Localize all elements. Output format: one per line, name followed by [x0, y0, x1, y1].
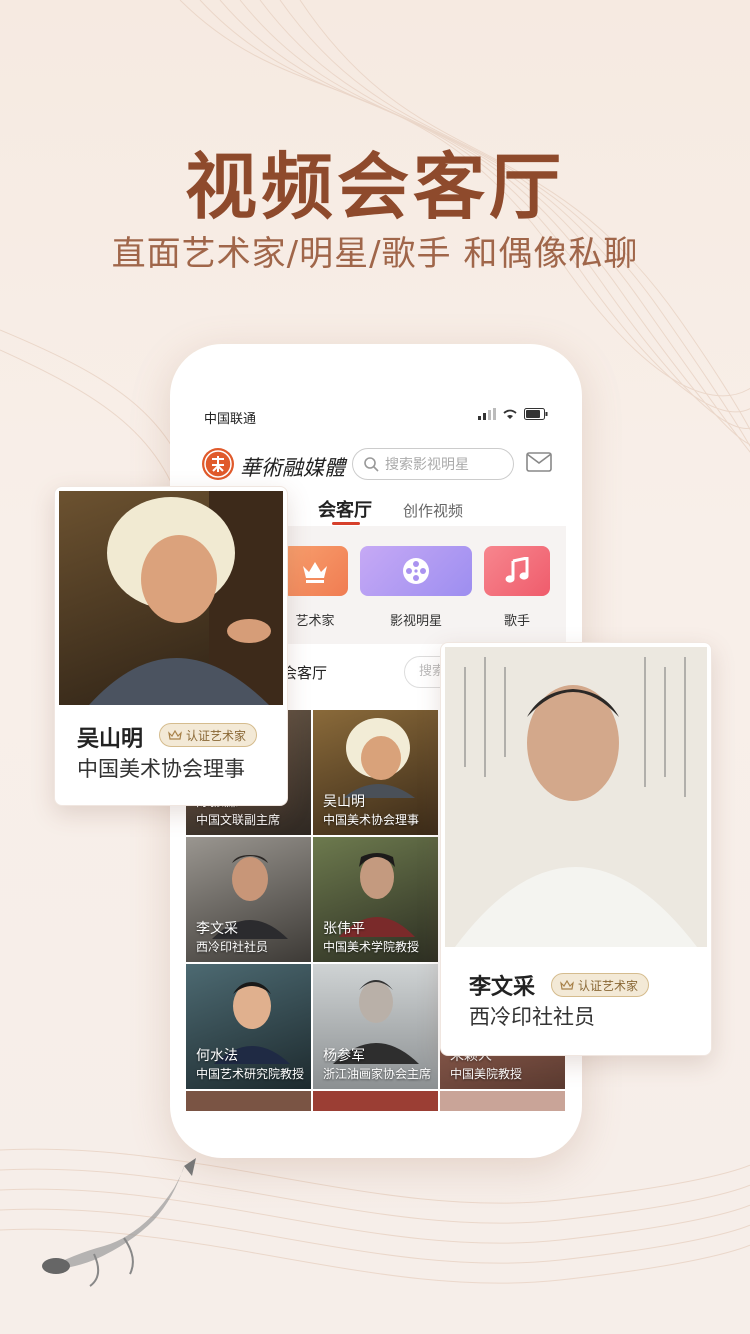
- wifi-icon: [503, 409, 517, 419]
- grid-cell: [186, 1091, 311, 1111]
- featured-card-artist[interactable]: 吴山明 认证艺术家 中国美术协会理事: [54, 486, 288, 806]
- grid-title: 中国美术学院教授: [323, 940, 420, 954]
- film-reel-icon: [360, 546, 472, 596]
- badge-label: 认证艺术家: [186, 728, 247, 743]
- featured-photo: [445, 647, 707, 947]
- verified-artist-badge: 认证艺术家: [551, 973, 650, 997]
- featured-card-name: 李文采: [469, 975, 536, 1000]
- portrait-illustration: [445, 647, 707, 947]
- featured-card-title: 西冷印社社员: [469, 1005, 595, 1029]
- grid-name: 吴山明: [323, 794, 365, 810]
- featured-card-artist[interactable]: 李文采 认证艺术家 西冷印社社员: [440, 642, 712, 1056]
- grid-cell[interactable]: 杨参军 浙江油画家协会主席: [313, 964, 438, 1089]
- grid-cell[interactable]: 李文采 西冷印社社员: [186, 837, 311, 962]
- featured-card-name: 吴山明: [77, 727, 144, 752]
- crown-icon: [560, 979, 574, 990]
- promo-headline: 视频会客厅: [184, 145, 565, 229]
- app-header: 華術融媒體 搜索影视明星: [186, 444, 566, 488]
- category-singer[interactable]: 歌手: [484, 546, 550, 629]
- category-artist[interactable]: 艺术家: [282, 546, 348, 629]
- grid-cell[interactable]: 吴山明 中国美术协会理事: [313, 710, 438, 835]
- crown-icon: [168, 729, 182, 740]
- grid-title: 中国美术协会理事: [323, 813, 420, 827]
- tab-active-indicator: [332, 522, 360, 525]
- grid-title: 中国文联副主席: [196, 813, 281, 827]
- app-logo-icon: [202, 448, 234, 480]
- category-singer-label: 歌手: [503, 614, 530, 629]
- search-bar[interactable]: 搜索影视明星: [352, 448, 514, 480]
- portrait-illustration: [343, 718, 415, 798]
- grid-name: 杨参军: [323, 1048, 365, 1064]
- battery-icon: [524, 408, 548, 420]
- grid-name: 张伟平: [323, 921, 365, 937]
- tab-hall[interactable]: 会客厅: [318, 496, 372, 522]
- tab-creation-videos[interactable]: 创作视频: [403, 500, 463, 521]
- signal-icon: [478, 408, 496, 420]
- grid-cell[interactable]: 何水法 中国艺术研究院教授: [186, 964, 311, 1089]
- grid-name: 李文采: [196, 921, 238, 937]
- portrait-illustration: [89, 491, 283, 705]
- grid-title: 西冷印社社员: [196, 940, 269, 954]
- grid-cell[interactable]: 张伟平 中国美术学院教授: [313, 837, 438, 962]
- grid-cell: [313, 1091, 438, 1111]
- music-note-icon: [484, 546, 550, 596]
- hall-title: 会客厅: [282, 664, 328, 682]
- carrier-label: 中国联通: [204, 412, 257, 427]
- app-logo-text: 華術融媒體: [240, 456, 345, 480]
- status-icons: [478, 408, 548, 420]
- verified-artist-badge: 认证艺术家: [159, 723, 258, 747]
- grid-cell: [440, 1091, 565, 1111]
- grid-title: 浙江油画家协会主席: [323, 1067, 432, 1081]
- category-film-star-label: 影视明星: [389, 614, 442, 629]
- grid-name: 何水法: [196, 1048, 238, 1064]
- grid-title: 中国艺术研究院教授: [196, 1067, 305, 1081]
- category-artist-label: 艺术家: [295, 614, 335, 629]
- featured-photo: [59, 491, 283, 705]
- badge-label: 认证艺术家: [578, 978, 639, 993]
- promo-subheadline: 直面艺术家/明星/歌手 和偶像私聊: [111, 234, 639, 274]
- featured-card-title: 中国美术协会理事: [77, 757, 245, 781]
- koi-fish-icon: [42, 1158, 196, 1287]
- grid-title: 中国美院教授: [450, 1067, 523, 1081]
- crown-icon: [282, 546, 348, 596]
- category-film-star[interactable]: 影视明星: [360, 546, 472, 629]
- search-placeholder: 搜索影视明星: [385, 457, 469, 473]
- mail-icon[interactable]: [526, 452, 552, 472]
- search-icon: [364, 457, 379, 472]
- status-bar: 中国联通: [186, 384, 566, 428]
